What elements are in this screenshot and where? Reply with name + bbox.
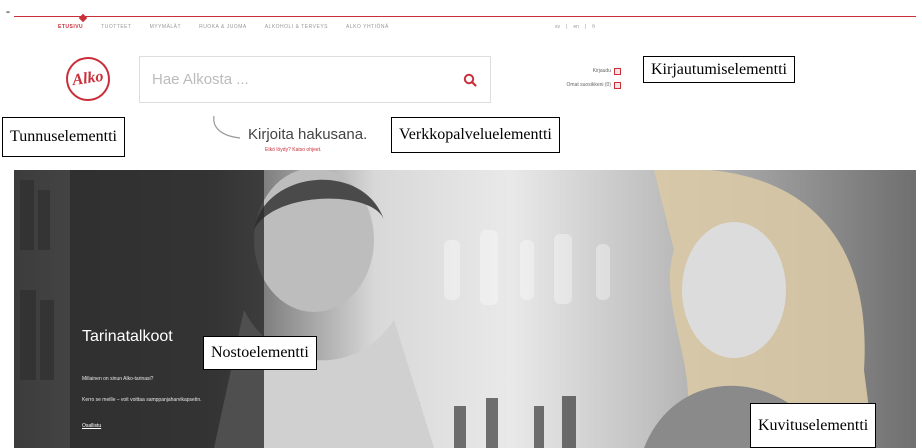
lang-sv[interactable]: sv — [555, 24, 560, 30]
nav-item-stores[interactable]: MYYMÄLÄT — [150, 24, 182, 30]
hint-arrow-icon — [213, 115, 241, 139]
promo-link[interactable]: Osallistu — [82, 423, 101, 429]
favorites-square-icon — [614, 81, 621, 89]
search-hint-link[interactable]: Etkö löydy? Katso ohjeet. — [265, 147, 321, 153]
favorites-link[interactable]: Omat suosikkeni (0) — [535, 78, 621, 92]
promo-question: Millainen on sinun Alko-tarinasi? — [82, 376, 154, 382]
promo-panel: Tarinatalkoot Millainen on sinun Alko-ta… — [70, 170, 264, 448]
magnifier-icon — [463, 73, 477, 87]
annotation-highlight-element: Nostoelementti — [203, 336, 317, 370]
login-label: Kirjaudu — [592, 68, 611, 74]
favorites-label: Omat suosikkeni (0) — [566, 82, 611, 88]
promo-body: Kerro se meille – voit voittaa samppanja… — [82, 397, 202, 403]
search-button[interactable] — [450, 57, 490, 102]
lang-separator: | — [584, 24, 587, 30]
search-box — [139, 56, 491, 103]
annotation-identity-element: Tunnuselementti — [2, 117, 125, 157]
dash-mark: - — [6, 4, 10, 18]
lang-fi[interactable]: fi — [592, 24, 595, 30]
nav-item-food-drink[interactable]: RUOKA & JUOMA — [199, 24, 247, 30]
annotation-illustration-element: Kuvituselementti — [750, 403, 877, 448]
lang-en[interactable]: en — [573, 24, 579, 30]
search-hint-title: Kirjoita hakusana. — [248, 126, 368, 143]
alko-logo[interactable]: Alko — [63, 54, 113, 104]
annotation-login-element: Kirjautumiselementti — [643, 56, 795, 83]
main-nav: ETUSIVU TUOTTEET MYYMÄLÄT RUOKA & JUOMA … — [58, 24, 389, 30]
top-accent-line — [14, 16, 916, 17]
logo-text: Alko — [71, 67, 105, 90]
login-square-icon — [614, 67, 621, 75]
promo-title: Tarinatalkoot — [82, 328, 173, 345]
nav-item-products[interactable]: TUOTTEET — [101, 24, 131, 30]
search-input[interactable] — [140, 57, 450, 102]
language-switcher: sv | en | fi — [555, 24, 595, 30]
nav-item-company[interactable]: ALKO YHTIÖNÄ — [346, 24, 389, 30]
login-link[interactable]: Kirjaudu — [535, 64, 621, 78]
annotation-service-element: Verkkopalveluelementti — [391, 117, 560, 153]
lang-separator: | — [566, 24, 568, 30]
nav-item-alcohol-health[interactable]: ALKOHOLI & TERVEYS — [265, 24, 328, 30]
login-area: Kirjaudu Omat suosikkeni (0) — [535, 64, 621, 92]
nav-item-home[interactable]: ETUSIVU — [58, 24, 83, 30]
